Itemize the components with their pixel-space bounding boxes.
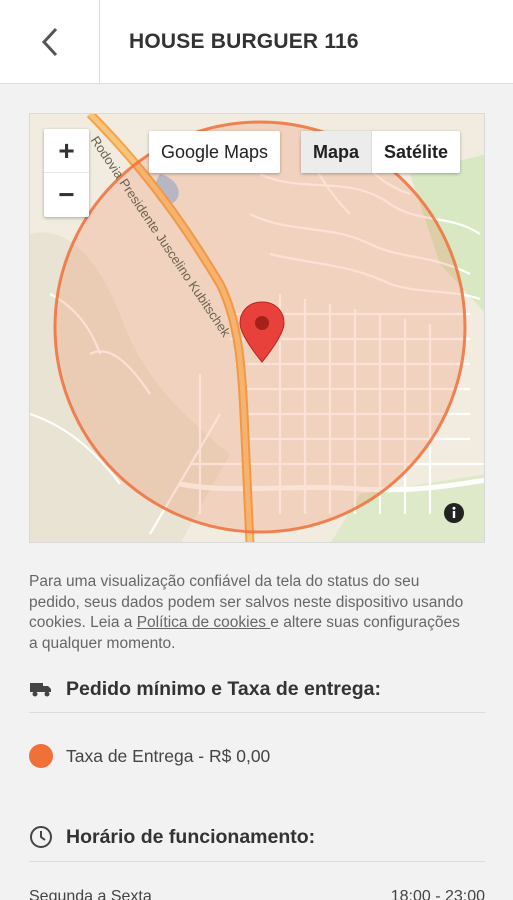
hours-row: Segunda a Sexta 18:00 - 23:00 [29,888,485,900]
delivery-fee: Taxa de Entrega - R$ 0,00 [29,744,270,768]
hours-section-title: Horário de funcionamento: [29,825,315,849]
zoom-controls: + − [44,129,89,217]
delivery-fee-label: Taxa de Entrega - R$ 0,00 [66,745,271,766]
google-maps-button[interactable]: Google Maps [149,131,281,173]
map-type-selector: Mapa Satélite [301,131,461,173]
divider [29,861,485,862]
zoom-in-button[interactable]: + [44,129,89,173]
back-button[interactable] [0,0,100,84]
delivery-map[interactable]: Rodovia Presidente Juscelino Kubitschek … [29,113,485,543]
fee-dot-icon [29,744,53,768]
info-icon[interactable] [440,499,468,527]
chevron-left-icon [41,27,57,57]
page-title: HOUSE BURGUER 116 [129,30,359,53]
delivery-title-text: Pedido mínimo e Taxa de entrega: [66,677,381,700]
app-header: HOUSE BURGUER 116 [0,0,513,84]
map-type-satelite[interactable]: Satélite [371,131,460,173]
delivery-section-title: Pedido mínimo e Taxa de entrega: [29,677,381,701]
zoom-out-button[interactable]: − [44,173,89,217]
cookie-policy-link[interactable]: Política de cookies [137,614,271,631]
hours-time: 18:00 - 23:00 [390,888,485,900]
cookie-notice: Para uma visualização confiável da tela … [29,572,469,654]
divider [29,712,485,713]
hours-title-text: Horário de funcionamento: [66,825,316,848]
map-type-mapa[interactable]: Mapa [301,131,372,173]
clock-icon [29,825,53,849]
truck-icon [29,677,53,701]
hours-days: Segunda a Sexta [29,888,152,900]
